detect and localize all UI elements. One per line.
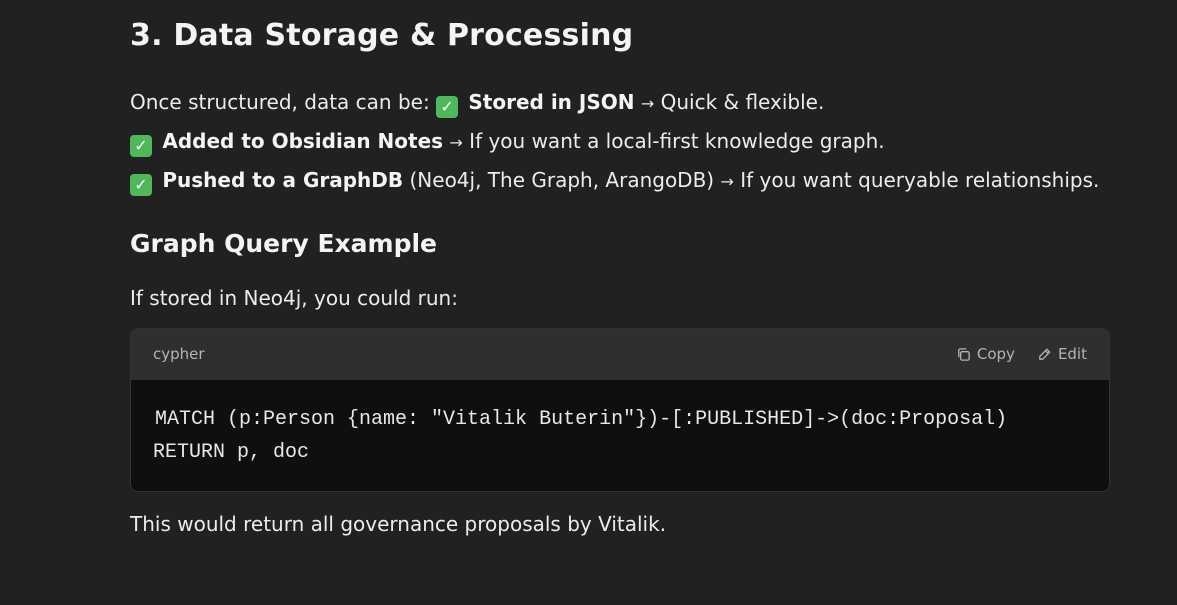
closing-text: This would return all governance proposa… xyxy=(130,512,667,536)
storage-line-1: Once structured, data can be: ✓ Stored i… xyxy=(130,89,824,118)
edit-button[interactable]: Edit xyxy=(1037,345,1087,363)
example-heading: Graph Query Example xyxy=(130,229,437,258)
arrow-icon: → xyxy=(640,94,655,113)
code-language: cypher xyxy=(153,345,205,363)
item-text: Quick & flexible. xyxy=(660,90,825,114)
arrow-icon: → xyxy=(720,172,734,191)
check-icon: ✓ xyxy=(130,174,152,196)
item-text: If you want queryable relationships. xyxy=(740,168,1100,192)
code-actions: Copy Edit xyxy=(956,345,1087,363)
edit-label: Edit xyxy=(1057,345,1087,363)
section-heading: 3. Data Storage & Processing xyxy=(130,18,634,53)
storage-line-3: ✓ Pushed to a GraphDB (Neo4j, The Graph,… xyxy=(130,167,1099,196)
item-bold: Stored in JSON xyxy=(468,90,635,114)
code-line: RETURN p, doc xyxy=(153,441,310,464)
pencil-icon xyxy=(1039,347,1051,360)
arrow-icon: → xyxy=(449,133,463,152)
storage-line-2: ✓ Added to Obsidian Notes → If you want … xyxy=(130,128,885,157)
item-bold: Pushed to a GraphDB xyxy=(162,168,404,192)
check-icon: ✓ xyxy=(130,135,152,157)
item-bold: Added to Obsidian Notes xyxy=(162,129,444,153)
copy-label: Copy xyxy=(976,345,1015,363)
code-header: cypher Copy Edit xyxy=(131,329,1109,380)
example-lead: If stored in Neo4j, you could run: xyxy=(130,286,458,310)
code-line: MATCH (p:Person {name: "Vitalik Buterin"… xyxy=(155,408,1008,431)
item-text: If you want a local-first knowledge grap… xyxy=(469,129,885,153)
code-text: MATCH (p:Person {name: "Vitalik Buterin"… xyxy=(153,403,1007,469)
copy-button[interactable]: Copy xyxy=(956,345,1015,363)
intro-prefix: Once structured, data can be: xyxy=(130,90,437,114)
code-block: cypher Copy Edit MATCH (p:Person {name: … xyxy=(130,328,1110,492)
item-extra: (Neo4j, The Graph, ArangoDB) xyxy=(409,168,715,192)
copy-icon xyxy=(958,347,970,361)
check-icon: ✓ xyxy=(436,96,459,118)
